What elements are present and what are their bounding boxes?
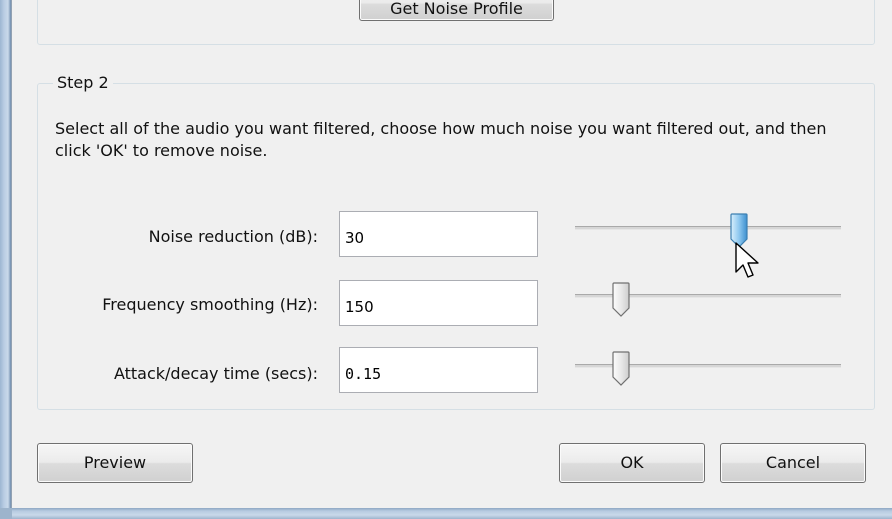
window-frame-bottom xyxy=(0,508,892,519)
step2-legend: Step 2 xyxy=(53,73,113,93)
window-frame-corner xyxy=(0,508,12,519)
attack-decay-label: Attack/decay time (secs): xyxy=(113,364,318,383)
frequency-smoothing-input[interactable] xyxy=(339,280,538,326)
window-frame-left xyxy=(0,0,12,519)
noise-reduction-label: Noise reduction (dB): xyxy=(148,227,318,246)
get-noise-profile-button[interactable]: Get Noise Profile xyxy=(359,0,554,21)
cancel-button[interactable]: Cancel xyxy=(720,443,866,483)
ok-button[interactable]: OK xyxy=(559,443,705,483)
attack-decay-input[interactable] xyxy=(339,347,538,393)
attack-decay-slider-thumb[interactable] xyxy=(611,351,631,387)
step2-instructions: Select all of the audio you want filtere… xyxy=(55,119,827,160)
noise-reduction-input[interactable] xyxy=(339,211,538,257)
noise-reduction-slider[interactable] xyxy=(575,226,841,230)
frequency-smoothing-label: Frequency smoothing (Hz): xyxy=(102,295,318,314)
arrow-cursor-icon xyxy=(735,242,759,278)
frequency-smoothing-slider-thumb[interactable] xyxy=(611,282,631,318)
preview-button[interactable]: Preview xyxy=(37,443,193,483)
